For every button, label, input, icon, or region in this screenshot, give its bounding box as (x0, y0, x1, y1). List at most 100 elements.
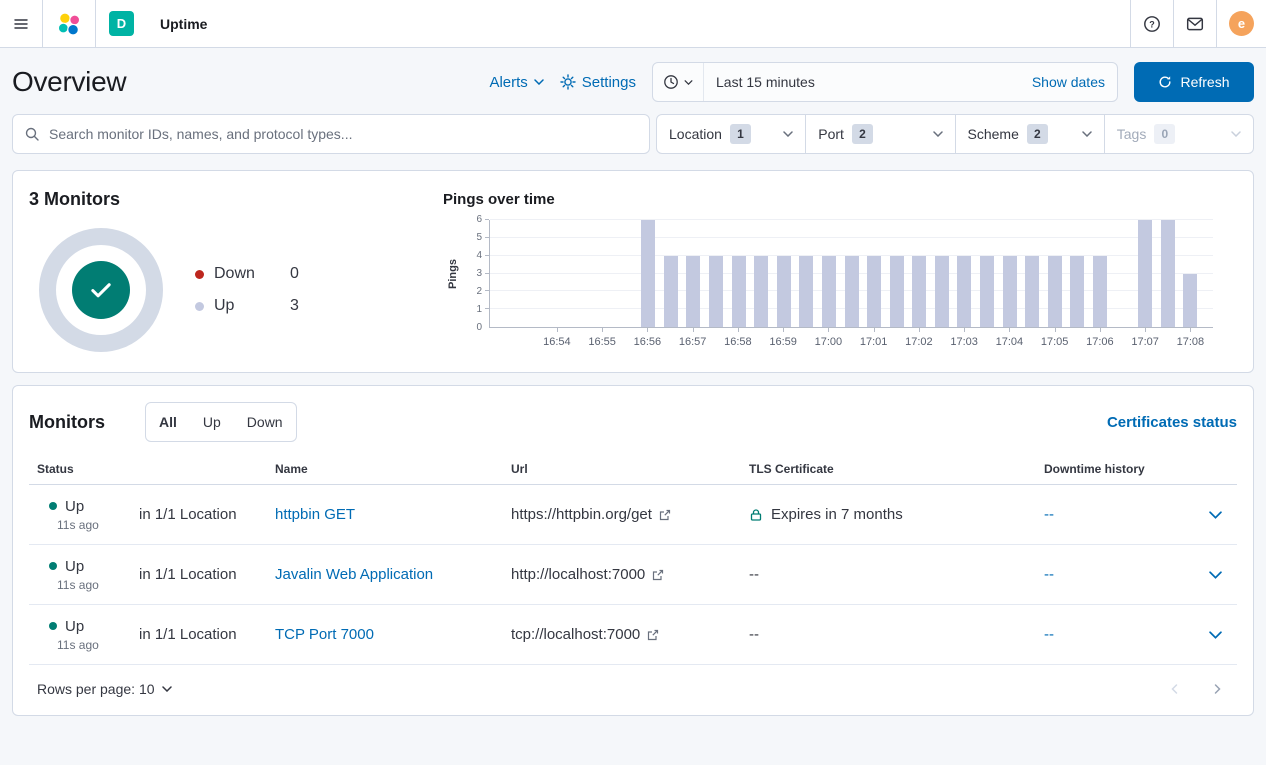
x-tick-mark (783, 328, 784, 332)
ping-bar (912, 256, 926, 327)
y-tick-label: 6 (476, 214, 482, 225)
certificates-status-link[interactable]: Certificates status (1107, 414, 1237, 431)
chevron-down-icon (162, 686, 172, 692)
filter-label: Port (818, 126, 844, 142)
snapshot-panel: 3 Monitors Down 0 Up 3 (12, 170, 1254, 373)
search-input[interactable] (49, 126, 638, 142)
tab-all[interactable]: All (146, 403, 190, 441)
hamburger-icon (13, 16, 29, 32)
monitor-url: https://httpbin.org/get (511, 506, 652, 523)
monitors-table: Status Name Url TLS Certificate Downtime… (29, 456, 1237, 665)
newsfeed-button[interactable] (1173, 0, 1216, 47)
table-header: Status Name Url TLS Certificate Downtime… (29, 456, 1237, 485)
rows-per-page-button[interactable]: Rows per page: 10 (37, 681, 172, 697)
status-text: Up (65, 498, 84, 515)
chevron-down-icon (1209, 511, 1222, 519)
ping-bar (777, 256, 791, 327)
gridline (490, 237, 1213, 238)
ping-bar (980, 256, 994, 327)
legend-dot-1 (195, 302, 204, 311)
tls-text: Expires in 7 months (771, 506, 903, 523)
external-link-icon[interactable] (659, 509, 671, 521)
monitor-name-link[interactable]: httpbin GET (275, 506, 355, 523)
y-tick-mark (485, 308, 489, 309)
show-dates-button[interactable]: Show dates (1020, 74, 1117, 90)
table-footer: Rows per page: 10 (29, 665, 1237, 705)
location-text: in 1/1 Location (139, 506, 237, 523)
x-tick-label: 17:01 (860, 336, 888, 348)
legend-item-down: Down 0 (195, 258, 299, 290)
x-tick-label: 17:05 (1041, 336, 1069, 348)
ping-bar (1003, 256, 1017, 327)
monitor-name-link[interactable]: Javalin Web Application (275, 566, 433, 583)
monitor-name-link[interactable]: TCP Port 7000 (275, 626, 374, 643)
table-row: Up 11s ago in 1/1 Location Javalin Web A… (29, 545, 1237, 605)
monitor-url: http://localhost:7000 (511, 566, 645, 583)
refresh-button[interactable]: Refresh (1134, 62, 1254, 102)
pagination (1169, 683, 1229, 695)
filter-location[interactable]: Location 1 (657, 115, 805, 153)
help-button[interactable]: ? (1130, 0, 1173, 47)
x-tick-label: 17:03 (950, 336, 978, 348)
x-tick-mark (1009, 328, 1010, 332)
x-tick-mark (647, 328, 648, 332)
breadcrumbs: D Uptime (96, 0, 207, 47)
page-title: Overview (12, 66, 126, 98)
ping-bar (890, 256, 904, 327)
settings-button[interactable]: Settings (560, 74, 636, 91)
ping-bar (709, 256, 723, 327)
status-ago: 11s ago (57, 638, 139, 652)
refresh-label: Refresh (1180, 74, 1229, 90)
search-box (12, 114, 650, 154)
x-tick-label: 16:58 (724, 336, 752, 348)
y-tick-mark (485, 255, 489, 256)
check-icon (87, 276, 115, 304)
status-ago: 11s ago (57, 578, 139, 592)
filter-scheme[interactable]: Scheme 2 (955, 115, 1104, 153)
user-menu-button[interactable]: e (1216, 0, 1266, 47)
x-tick-mark (557, 328, 558, 332)
x-tick-mark (1190, 328, 1191, 332)
x-tick-mark (828, 328, 829, 332)
tls-text: -- (749, 626, 759, 643)
x-axis: 16:5416:5516:5616:5716:5816:5917:0017:01… (489, 328, 1213, 354)
count-badge: 2 (1027, 124, 1048, 144)
alerts-dropdown[interactable]: Alerts (489, 74, 543, 91)
expand-row-button[interactable] (1193, 631, 1237, 639)
quick-select-button[interactable] (653, 63, 704, 101)
x-tick-label: 17:00 (815, 336, 843, 348)
ping-bar (957, 256, 971, 327)
ping-bar (754, 256, 768, 327)
date-range-value[interactable]: Last 15 minutes (704, 74, 1020, 90)
filter-label: Tags (1117, 126, 1147, 142)
y-tick-label: 5 (476, 232, 482, 243)
previous-page-button (1169, 683, 1181, 695)
x-tick-label: 17:04 (996, 336, 1024, 348)
filter-label: Scheme (968, 126, 1019, 142)
filter-group: Location 1 Port 2 Scheme 2 Tags 0 (656, 114, 1254, 154)
menu-button[interactable] (0, 0, 43, 47)
expand-row-button[interactable] (1193, 511, 1237, 519)
y-tick-label: 3 (476, 268, 482, 279)
external-link-icon[interactable] (647, 629, 659, 641)
y-tick-label: 2 (476, 286, 482, 297)
elastic-logo[interactable] (43, 0, 96, 47)
x-tick-label: 16:59 (769, 336, 797, 348)
ping-bar (641, 220, 655, 327)
filter-tags: Tags 0 (1104, 115, 1253, 153)
search-icon (24, 126, 40, 142)
x-tick-label: 16:54 (543, 336, 571, 348)
tab-up[interactable]: Up (190, 403, 234, 441)
filter-port[interactable]: Port 2 (805, 115, 954, 153)
next-page-button[interactable] (1211, 683, 1223, 695)
external-link-icon[interactable] (652, 569, 664, 581)
ping-bar (1138, 220, 1152, 327)
chevron-down-icon (1082, 131, 1092, 137)
help-icon: ? (1143, 15, 1161, 33)
ping-bar (867, 256, 881, 327)
expand-row-button[interactable] (1193, 571, 1237, 579)
x-tick-mark (919, 328, 920, 332)
page-header: Overview Alerts Settings Last 15 minutes… (0, 48, 1266, 112)
tab-down[interactable]: Down (234, 403, 296, 441)
monitors-panel: Monitors All Up Down Certificates status… (12, 385, 1254, 716)
